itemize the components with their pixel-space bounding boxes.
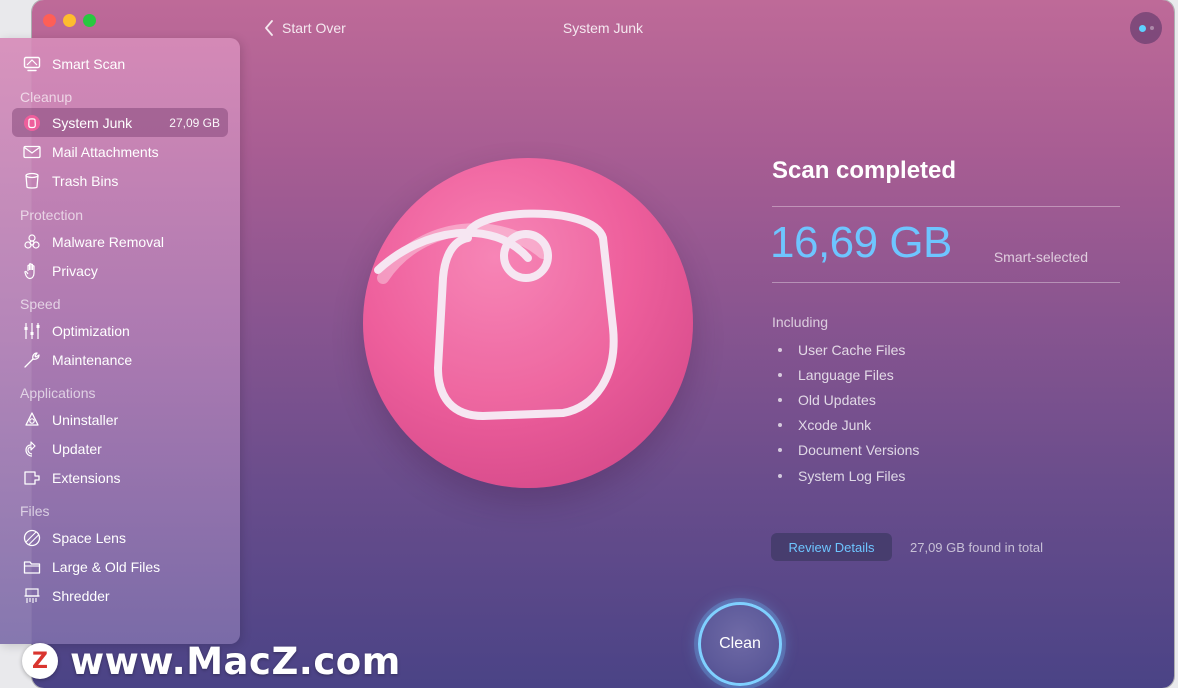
list-item: Document Versions: [778, 438, 919, 463]
shredder-icon: [22, 586, 42, 606]
bullet-icon: [778, 423, 782, 428]
watermark-logo: Z: [22, 643, 58, 679]
list-item: User Cache Files: [778, 337, 919, 362]
found-total-text: 27,09 GB found in total: [910, 540, 1043, 555]
sidebar-item-malware-removal[interactable]: Malware Removal: [12, 227, 228, 256]
divider: [772, 206, 1120, 207]
sidebar-item-label: Large & Old Files: [52, 558, 161, 575]
sidebar-item-label: Updater: [52, 440, 102, 457]
sidebar-item-label: Privacy: [52, 262, 98, 279]
uninstaller-icon: [22, 410, 42, 430]
assistant-button[interactable]: [1130, 12, 1162, 44]
sidebar-item-label: Extensions: [52, 469, 121, 486]
including-label: Including: [772, 314, 829, 330]
section-cleanup: Cleanup: [20, 89, 73, 105]
watermark-logo-letter: Z: [32, 648, 48, 674]
list-item-label: Xcode Junk: [798, 417, 872, 434]
sliders-icon: [22, 321, 42, 341]
list-item-label: Document Versions: [798, 442, 920, 459]
section-protection: Protection: [20, 207, 84, 223]
sidebar-item-shredder[interactable]: Shredder: [12, 581, 228, 610]
biohazard-icon: [22, 232, 42, 252]
sidebar-item-label: Space Lens: [52, 529, 126, 546]
smart-selected-label: Smart-selected: [993, 249, 1088, 265]
sidebar-item-smart-scan[interactable]: Smart Scan: [12, 49, 228, 78]
sidebar-item-uninstaller[interactable]: Uninstaller: [12, 405, 228, 434]
system-junk-hero-icon: [363, 158, 693, 488]
list-item-label: Language Files: [798, 366, 894, 383]
review-details-button[interactable]: Review Details: [771, 533, 892, 561]
updater-icon: [22, 439, 42, 459]
scan-completed-heading: Scan completed: [772, 157, 957, 184]
sidebar-item-label: Shredder: [52, 587, 110, 604]
junk-size-value: 16,69 GB: [770, 218, 952, 267]
bullet-icon: [778, 473, 782, 478]
system-junk-icon: [22, 113, 42, 133]
sidebar: Smart Scan Cleanup System Junk 27,09 GB …: [0, 38, 240, 644]
sidebar-item-label: Uninstaller: [52, 411, 119, 428]
clean-button[interactable]: Clean: [698, 602, 782, 686]
size-badge: 27,09 GB: [169, 115, 220, 130]
list-item: Old Updates: [778, 387, 919, 412]
extensions-icon: [22, 468, 42, 488]
sidebar-item-optimization[interactable]: Optimization: [12, 316, 228, 345]
wrench-icon: [22, 350, 42, 370]
bullet-icon: [778, 448, 782, 453]
bullet-icon: [778, 372, 782, 377]
section-files: Files: [20, 503, 50, 519]
divider: [772, 282, 1120, 283]
assistant-dot-icon: [1138, 24, 1146, 32]
list-item-label: System Log Files: [798, 467, 906, 484]
sidebar-item-trash-bins[interactable]: Trash Bins: [12, 166, 228, 195]
list-item-label: User Cache Files: [798, 341, 906, 358]
trash-icon: [22, 171, 42, 191]
sidebar-item-mail-attachments[interactable]: Mail Attachments: [12, 137, 228, 166]
sidebar-item-label: Maintenance: [52, 351, 133, 368]
monitor-icon: [22, 54, 42, 74]
sidebar-item-space-lens[interactable]: Space Lens: [12, 523, 228, 552]
hand-icon: [22, 261, 42, 281]
including-list: User Cache Files Language Files Old Upda…: [778, 337, 919, 488]
sidebar-item-label: System Junk: [52, 114, 133, 131]
sidebar-item-extensions[interactable]: Extensions: [12, 463, 228, 492]
sidebar-item-privacy[interactable]: Privacy: [12, 256, 228, 285]
watermark-text: www.MacZ.com: [70, 640, 401, 683]
list-item: System Log Files: [778, 463, 919, 488]
sidebar-item-label: Trash Bins: [52, 172, 119, 189]
sidebar-item-large-old-files[interactable]: Large & Old Files: [12, 552, 228, 581]
space-lens-icon: [22, 528, 42, 548]
sidebar-item-label: Optimization: [52, 322, 130, 339]
sidebar-item-maintenance[interactable]: Maintenance: [12, 345, 228, 374]
sidebar-item-label: Mail Attachments: [52, 143, 159, 160]
sidebar-item-label: Smart Scan: [52, 55, 126, 72]
sidebar-item-label: Malware Removal: [52, 233, 165, 250]
section-speed: Speed: [20, 296, 61, 312]
sidebar-item-system-junk[interactable]: System Junk 27,09 GB: [12, 108, 228, 137]
section-applications: Applications: [20, 385, 96, 401]
list-item-label: Old Updates: [798, 391, 876, 408]
sidebar-item-updater[interactable]: Updater: [12, 434, 228, 463]
envelope-icon: [22, 142, 42, 162]
window-title: System Junk: [562, 20, 644, 36]
bullet-icon: [778, 397, 782, 402]
bullet-icon: [778, 347, 782, 352]
list-item: Language Files: [778, 362, 919, 387]
assistant-dot-small-icon: [1149, 26, 1154, 30]
folder-icon: [22, 557, 42, 577]
list-item: Xcode Junk: [778, 413, 919, 438]
